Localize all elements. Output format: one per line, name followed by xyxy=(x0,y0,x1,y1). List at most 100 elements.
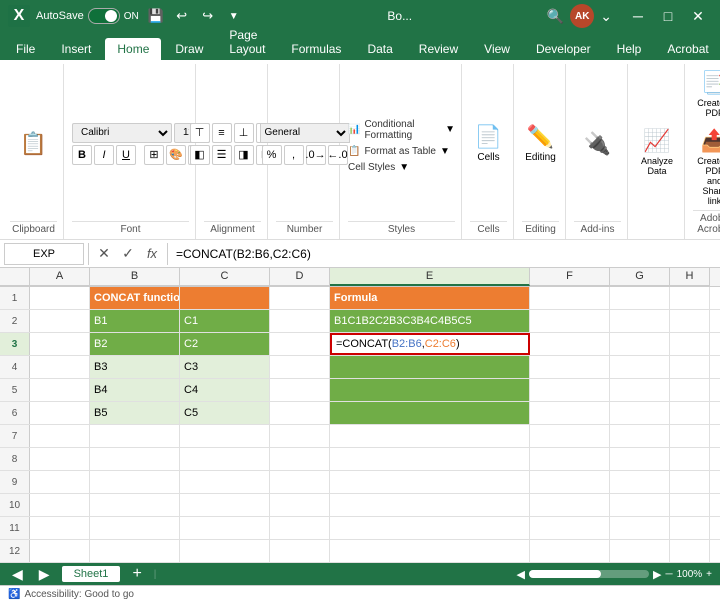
cell-h3[interactable] xyxy=(670,333,710,355)
conditional-formatting-btn[interactable]: 📊 Conditional Formatting ▼ xyxy=(348,117,455,143)
cell-d6[interactable] xyxy=(270,402,330,424)
minimize-button[interactable]: ─ xyxy=(624,2,652,30)
scroll-left-btn[interactable]: ◀ xyxy=(517,568,525,581)
zoom-out-btn[interactable]: ─ xyxy=(665,569,672,580)
add-sheet-btn[interactable]: + xyxy=(128,565,145,583)
confirm-formula-btn[interactable]: ✓ xyxy=(117,243,139,265)
underline-button[interactable]: U xyxy=(116,145,136,165)
cell-f5[interactable] xyxy=(530,379,610,401)
cell-b1[interactable]: CONCAT function xyxy=(90,287,180,309)
tab-formulas[interactable]: Formulas xyxy=(279,38,353,60)
col-header-g[interactable]: G xyxy=(610,268,670,286)
cell-styles-btn[interactable]: Cell Styles ▼ xyxy=(348,160,409,175)
cell-e7[interactable] xyxy=(330,425,530,447)
cell-f7[interactable] xyxy=(530,425,610,447)
cell-c3[interactable]: C2 xyxy=(180,333,270,355)
tab-home[interactable]: Home xyxy=(105,38,161,60)
cell-b6[interactable]: B5 xyxy=(90,402,180,424)
cell-g2[interactable] xyxy=(610,310,670,332)
prev-sheet-btn[interactable]: ◀ xyxy=(8,566,27,583)
save-icon[interactable]: 💾 xyxy=(145,5,167,27)
cell-a4[interactable] xyxy=(30,356,90,378)
scroll-right-btn[interactable]: ▶ xyxy=(653,568,661,581)
align-top-btn[interactable]: ⊤ xyxy=(190,123,210,143)
clipboard-button[interactable]: 📋 xyxy=(9,127,59,161)
cell-a5[interactable] xyxy=(30,379,90,401)
autosave-toggle[interactable] xyxy=(88,8,120,24)
tab-review[interactable]: Review xyxy=(407,38,470,60)
cell-d5[interactable] xyxy=(270,379,330,401)
cell-f3[interactable] xyxy=(530,333,610,355)
tab-draw[interactable]: Draw xyxy=(163,38,215,60)
comma-btn[interactable]: , xyxy=(284,145,304,165)
cell-c4[interactable]: C3 xyxy=(180,356,270,378)
cell-c6[interactable]: C5 xyxy=(180,402,270,424)
insert-function-btn[interactable]: fx xyxy=(141,243,163,265)
col-header-b[interactable]: B xyxy=(90,268,180,286)
decrease-decimal-btn[interactable]: .0→ xyxy=(306,145,326,165)
tab-acrobat[interactable]: Acrobat xyxy=(655,38,720,60)
align-right-btn[interactable]: ◨ xyxy=(234,145,254,165)
tab-insert[interactable]: Insert xyxy=(49,38,103,60)
redo-icon[interactable]: ↪ xyxy=(197,5,219,27)
cell-h1[interactable] xyxy=(670,287,710,309)
align-center-btn[interactable]: ☰ xyxy=(212,145,232,165)
cell-e1[interactable]: Formula xyxy=(330,287,530,309)
cells-button[interactable]: 📄 Cells xyxy=(471,120,506,167)
cell-c7[interactable] xyxy=(180,425,270,447)
cell-c1[interactable] xyxy=(180,287,270,309)
italic-button[interactable]: I xyxy=(94,145,114,165)
cell-g5[interactable] xyxy=(610,379,670,401)
cell-g7[interactable] xyxy=(610,425,670,447)
align-middle-btn[interactable]: ≡ xyxy=(212,123,232,143)
addins-button[interactable]: 🔌 xyxy=(580,127,615,161)
border-button[interactable]: ⊞ xyxy=(144,145,164,165)
fill-color-button[interactable]: 🎨 xyxy=(166,145,186,165)
cell-a6[interactable] xyxy=(30,402,90,424)
cell-b4[interactable]: B3 xyxy=(90,356,180,378)
analyze-button[interactable]: 📈 Analyze Data xyxy=(636,124,678,180)
format-as-table-btn[interactable]: 📋 Format as Table ▼ xyxy=(348,144,450,159)
share-pdf-button[interactable]: 📤 Create a PDF and Share link xyxy=(693,124,720,210)
cell-b5[interactable]: B4 xyxy=(90,379,180,401)
cell-g4[interactable] xyxy=(610,356,670,378)
cell-e5[interactable] xyxy=(330,379,530,401)
cell-f4[interactable] xyxy=(530,356,610,378)
ribbon-toggle-icon[interactable]: ⌄ xyxy=(600,8,612,25)
editing-button[interactable]: ✏️ Editing xyxy=(521,120,560,167)
next-sheet-btn[interactable]: ▶ xyxy=(35,566,54,583)
tab-page-layout[interactable]: Page Layout xyxy=(217,24,277,60)
tab-developer[interactable]: Developer xyxy=(524,38,603,60)
tab-help[interactable]: Help xyxy=(605,38,654,60)
cell-h4[interactable] xyxy=(670,356,710,378)
cell-b7[interactable] xyxy=(90,425,180,447)
number-format-select[interactable]: General xyxy=(260,123,350,143)
align-left-btn[interactable]: ◧ xyxy=(190,145,210,165)
cell-g1[interactable] xyxy=(610,287,670,309)
col-header-f[interactable]: F xyxy=(530,268,610,286)
cell-e6[interactable] xyxy=(330,402,530,424)
cell-f2[interactable] xyxy=(530,310,610,332)
cell-h6[interactable] xyxy=(670,402,710,424)
cell-e4[interactable] xyxy=(330,356,530,378)
tab-data[interactable]: Data xyxy=(355,38,404,60)
scrollbar[interactable] xyxy=(529,570,649,578)
col-header-e[interactable]: E xyxy=(330,268,530,286)
cell-c5[interactable]: C4 xyxy=(180,379,270,401)
cell-d3[interactable] xyxy=(270,333,330,355)
cell-d2[interactable] xyxy=(270,310,330,332)
undo-icon[interactable]: ↩ xyxy=(171,5,193,27)
cell-f6[interactable] xyxy=(530,402,610,424)
cell-b3[interactable]: B2 xyxy=(90,333,180,355)
cell-d4[interactable] xyxy=(270,356,330,378)
cell-a2[interactable] xyxy=(30,310,90,332)
cell-d7[interactable] xyxy=(270,425,330,447)
col-header-h[interactable]: H xyxy=(670,268,710,286)
cell-c2[interactable]: C1 xyxy=(180,310,270,332)
cell-a7[interactable] xyxy=(30,425,90,447)
cell-h2[interactable] xyxy=(670,310,710,332)
cell-a1[interactable] xyxy=(30,287,90,309)
cell-f1[interactable] xyxy=(530,287,610,309)
cell-d1[interactable] xyxy=(270,287,330,309)
cell-h5[interactable] xyxy=(670,379,710,401)
